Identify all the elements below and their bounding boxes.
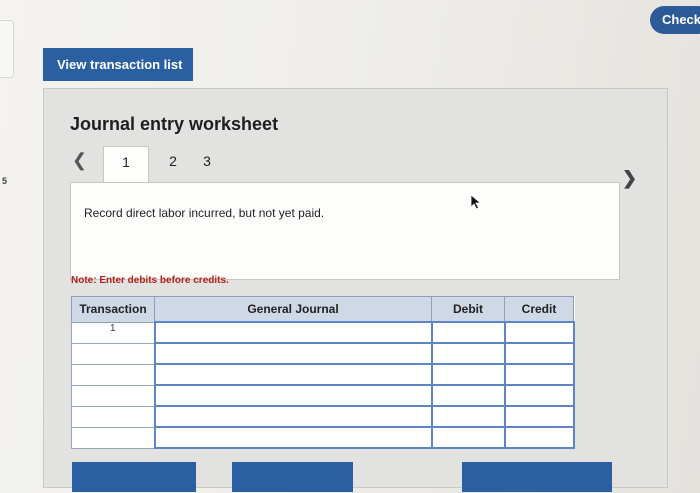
credit-input[interactable]	[503, 342, 575, 365]
table-row	[71, 426, 575, 449]
record-entry-button[interactable]	[72, 462, 196, 492]
debit-input[interactable]	[430, 384, 506, 407]
transaction-cell	[71, 384, 155, 407]
debit-input[interactable]	[430, 363, 506, 386]
transaction-cell	[71, 342, 155, 365]
credit-input[interactable]	[503, 426, 575, 449]
credit-input[interactable]	[503, 321, 575, 344]
clear-entry-button[interactable]	[232, 462, 353, 492]
view-general-journal-button[interactable]	[462, 462, 612, 492]
side-number: 5	[2, 176, 8, 186]
account-input[interactable]	[153, 321, 433, 344]
account-input[interactable]	[153, 384, 433, 407]
transaction-description: Record direct labor incurred, but not ye…	[84, 206, 325, 220]
column-header-general-journal: General Journal	[154, 296, 432, 323]
account-input[interactable]	[153, 426, 433, 449]
mouse-cursor-icon	[470, 194, 482, 210]
transaction-cell: 1	[71, 321, 155, 344]
transaction-cell	[71, 363, 155, 386]
table-row	[71, 384, 575, 407]
table-row: 1	[71, 321, 575, 344]
debit-input[interactable]	[430, 342, 506, 365]
table-row	[71, 363, 575, 386]
credit-input[interactable]	[503, 363, 575, 386]
column-header-debit: Debit	[431, 296, 505, 323]
column-header-credit: Credit	[504, 296, 574, 323]
journal-table: Transaction General Journal Debit Credit…	[71, 296, 575, 449]
check-button[interactable]: Check	[650, 6, 700, 34]
column-header-transaction: Transaction	[71, 296, 155, 323]
transaction-cell	[71, 426, 155, 449]
tab-3[interactable]: 3	[184, 146, 230, 182]
credit-input[interactable]	[503, 384, 575, 407]
table-row	[71, 342, 575, 365]
transaction-cell	[71, 405, 155, 428]
account-input[interactable]	[153, 405, 433, 428]
account-input[interactable]	[153, 363, 433, 386]
entry-note: Note: Enter debits before credits.	[71, 275, 229, 286]
chevron-right-icon[interactable]: ❯	[622, 168, 637, 189]
description-box	[70, 182, 620, 280]
table-row	[71, 405, 575, 428]
chevron-left-icon[interactable]: ❮	[72, 150, 87, 171]
debit-input[interactable]	[430, 405, 506, 428]
tab-1[interactable]: 1	[103, 146, 149, 182]
credit-input[interactable]	[503, 405, 575, 428]
debit-input[interactable]	[430, 426, 506, 449]
table-header-row: Transaction General Journal Debit Credit	[71, 296, 574, 323]
account-input[interactable]	[153, 342, 433, 365]
debit-input[interactable]	[430, 321, 506, 344]
worksheet-title: Journal entry worksheet	[70, 114, 279, 134]
view-transaction-list-button[interactable]: View transaction list	[43, 48, 193, 81]
left-side-panel	[0, 20, 14, 78]
